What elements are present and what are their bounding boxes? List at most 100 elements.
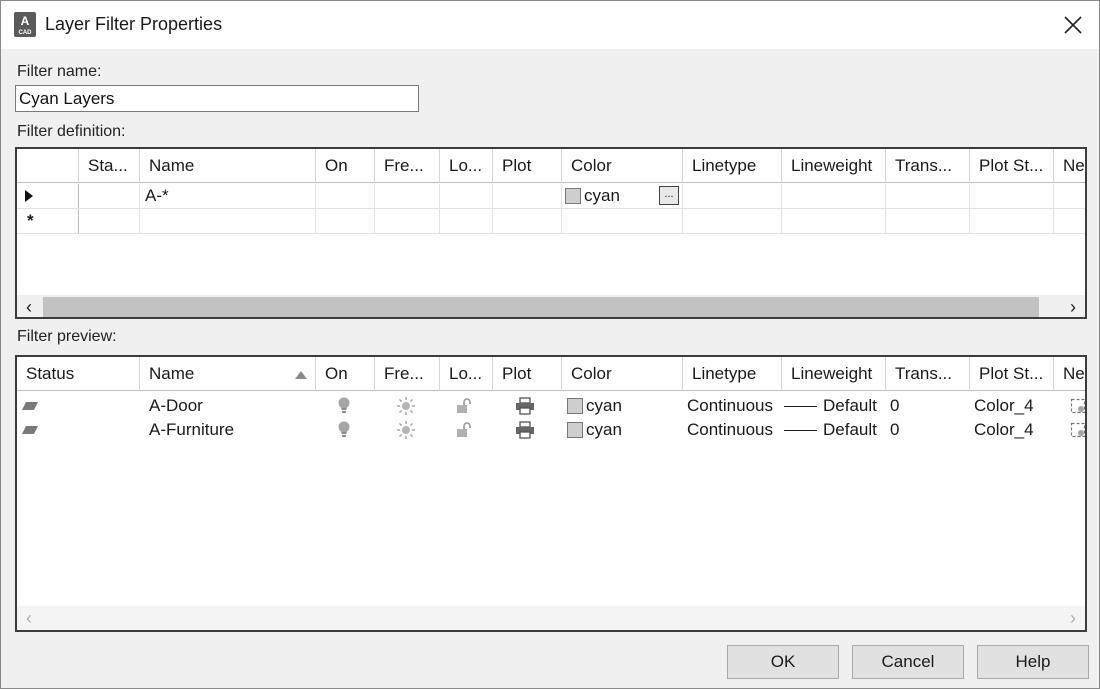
viewport-freeze-icon — [1070, 398, 1085, 414]
layer-lock-cell[interactable] — [440, 394, 493, 418]
def-col-plot-style[interactable]: Plot St... — [970, 149, 1054, 183]
layer-status-icon — [22, 402, 38, 410]
new-cell-transparency[interactable] — [886, 209, 970, 233]
def-col-on[interactable]: On — [316, 149, 375, 183]
lineweight-sample — [784, 429, 817, 431]
layer-linetype-cell[interactable]: Continuous — [683, 418, 782, 442]
new-cell-lock[interactable] — [440, 209, 493, 233]
def-cell-lineweight[interactable] — [782, 184, 886, 208]
new-cell-lineweight[interactable] — [782, 209, 886, 233]
prev-col-status[interactable]: Status — [17, 357, 140, 391]
scroll-left-icon[interactable]: ‹ — [17, 606, 41, 630]
layer-transparency-cell[interactable]: 0 — [886, 418, 970, 442]
layer-lineweight-cell[interactable]: Default — [782, 418, 886, 442]
prev-col-freeze[interactable]: Fre... — [375, 357, 440, 391]
row-selector[interactable] — [17, 184, 79, 208]
color-swatch — [567, 398, 583, 414]
new-cell-on[interactable] — [316, 209, 375, 233]
scroll-left-icon[interactable]: ‹ — [17, 295, 41, 317]
layer-plot-style-cell[interactable]: Color_4 — [970, 394, 1054, 418]
dialog-title: Layer Filter Properties — [45, 14, 223, 34]
layer-transparency-cell[interactable]: 0 — [886, 394, 970, 418]
def-cell-color[interactable]: cyan ... — [562, 184, 683, 208]
new-cell-plot-style[interactable] — [970, 209, 1054, 233]
layer-new-vp-freeze-cell[interactable] — [1054, 418, 1085, 442]
layer-on-cell[interactable] — [316, 394, 375, 418]
cancel-button[interactable]: Cancel — [852, 645, 964, 679]
scroll-right-icon[interactable]: › — [1061, 295, 1085, 317]
def-cell-linetype[interactable] — [683, 184, 782, 208]
filter-definition-grid: Sta... Name On Fre... Lo... Plot Color L… — [15, 147, 1087, 319]
scrollbar-thumb[interactable] — [43, 297, 1039, 317]
layer-freeze-cell[interactable] — [375, 418, 440, 442]
layer-new-vp-freeze-cell[interactable] — [1054, 394, 1085, 418]
def-col-transparency[interactable]: Trans... — [886, 149, 970, 183]
layer-name[interactable]: A-Door — [140, 394, 316, 418]
prev-col-plot-style[interactable]: Plot St... — [970, 357, 1054, 391]
definition-row[interactable]: A-* cyan ... — [17, 184, 1085, 209]
def-col-status[interactable]: Sta... — [79, 149, 140, 183]
help-button[interactable]: Help — [977, 645, 1089, 679]
preview-horizontal-scrollbar[interactable]: ‹ › — [17, 606, 1085, 630]
prev-col-linetype[interactable]: Linetype — [683, 357, 782, 391]
def-col-lock[interactable]: Lo... — [440, 149, 493, 183]
sun-icon — [397, 421, 415, 439]
color-value: cyan — [586, 420, 622, 439]
viewport-freeze-icon — [1070, 422, 1085, 438]
layer-color-cell[interactable]: cyan — [562, 418, 683, 442]
definition-horizontal-scrollbar[interactable]: ‹ › — [17, 295, 1085, 317]
layer-freeze-cell[interactable] — [375, 394, 440, 418]
layer-color-cell[interactable]: cyan — [562, 394, 683, 418]
layer-lineweight-cell[interactable]: Default — [782, 394, 886, 418]
prev-col-color[interactable]: Color — [562, 357, 683, 391]
layer-plot-style-cell[interactable]: Color_4 — [970, 418, 1054, 442]
def-cell-lock[interactable] — [440, 184, 493, 208]
prev-col-on[interactable]: On — [316, 357, 375, 391]
layer-on-cell[interactable] — [316, 418, 375, 442]
def-cell-freeze[interactable] — [375, 184, 440, 208]
prev-col-name-label: Name — [149, 364, 195, 383]
scroll-right-icon[interactable]: › — [1061, 606, 1085, 630]
prev-col-plot[interactable]: Plot — [493, 357, 562, 391]
new-cell-status[interactable] — [79, 209, 140, 233]
def-cell-plot[interactable] — [493, 184, 562, 208]
prev-col-transparency[interactable]: Trans... — [886, 357, 970, 391]
def-col-new-vp-freeze[interactable]: Ne... — [1054, 149, 1085, 183]
table-row[interactable]: A-Door cyan Continuous Default 0 Color_4 — [17, 394, 1085, 418]
prev-col-new-vp-freeze[interactable]: Ne... — [1054, 357, 1085, 391]
def-col-freeze[interactable]: Fre... — [375, 149, 440, 183]
new-cell-linetype[interactable] — [683, 209, 782, 233]
ok-button[interactable]: OK — [727, 645, 839, 679]
layer-plot-cell[interactable] — [493, 418, 562, 442]
table-row[interactable]: A-Furniture cyan Continuous Default 0 Co… — [17, 418, 1085, 442]
new-cell-freeze[interactable] — [375, 209, 440, 233]
def-cell-on[interactable] — [316, 184, 375, 208]
definition-row-header-corner — [17, 149, 79, 183]
prev-col-name[interactable]: Name — [140, 357, 316, 391]
new-cell-new-vp-freeze[interactable] — [1054, 209, 1085, 233]
def-cell-new-vp-freeze[interactable] — [1054, 184, 1085, 208]
def-cell-name[interactable]: A-* — [140, 184, 316, 208]
layer-linetype-cell[interactable]: Continuous — [683, 394, 782, 418]
def-col-linetype[interactable]: Linetype — [683, 149, 782, 183]
def-col-plot[interactable]: Plot — [493, 149, 562, 183]
layer-name[interactable]: A-Furniture — [140, 418, 316, 442]
def-col-name[interactable]: Name — [140, 149, 316, 183]
definition-new-row[interactable]: * — [17, 209, 1085, 234]
new-cell-plot[interactable] — [493, 209, 562, 233]
prev-col-lock[interactable]: Lo... — [440, 357, 493, 391]
color-browse-button[interactable]: ... — [659, 186, 679, 205]
filter-name-input[interactable] — [15, 85, 419, 112]
def-col-lineweight[interactable]: Lineweight — [782, 149, 886, 183]
new-cell-color[interactable] — [562, 209, 683, 233]
layer-lock-cell[interactable] — [440, 418, 493, 442]
close-button[interactable] — [1053, 7, 1093, 43]
def-col-color[interactable]: Color — [562, 149, 683, 183]
layer-plot-cell[interactable] — [493, 394, 562, 418]
def-cell-status[interactable] — [79, 184, 140, 208]
def-cell-transparency[interactable] — [886, 184, 970, 208]
new-cell-name[interactable] — [140, 209, 316, 233]
prev-col-lineweight[interactable]: Lineweight — [782, 357, 886, 391]
def-cell-plot-style[interactable] — [970, 184, 1054, 208]
color-value: cyan — [584, 186, 620, 205]
